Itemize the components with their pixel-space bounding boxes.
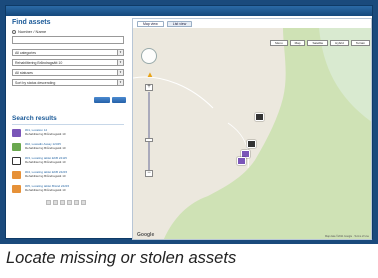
page-button[interactable] [60, 200, 65, 205]
nav-item[interactable] [44, 9, 45, 14]
map-type-hybrid[interactable]: Hybrid [330, 40, 349, 46]
chevron-down-icon[interactable]: ▾ [117, 70, 123, 75]
app-window: Find assets Number / Name All categories… [5, 5, 373, 240]
list-item[interactable]: #04, Locating tablet EKB 24215 Rehabilit… [12, 170, 128, 183]
radio-icon[interactable] [12, 29, 16, 34]
results-title: Search results [12, 115, 57, 122]
nav-item[interactable] [29, 9, 30, 14]
google-logo: Google [137, 232, 155, 238]
map-navigation-control: ▲ + − [141, 48, 157, 177]
page-button[interactable] [81, 200, 86, 205]
page-button[interactable] [74, 200, 79, 205]
page-button[interactable] [53, 200, 58, 205]
panel-title: Find assets [12, 19, 51, 26]
list-item[interactable]: #03, Locating tablet EKB 24115 Rehabilit… [12, 156, 128, 169]
category-select-value: All categories [15, 51, 37, 55]
asset-location: Rehabilitering Bråndragsätt 10 [25, 174, 66, 178]
chevron-down-icon[interactable]: ▾ [117, 60, 123, 65]
search-mode-label: Number / Name [18, 29, 47, 34]
asset-marker-icon[interactable] [237, 157, 246, 165]
map-type-bar: Menu Map Satellite Hybrid Terrain [270, 40, 370, 46]
pan-control-icon[interactable] [141, 48, 157, 64]
map-type-menu[interactable]: Menu [270, 40, 288, 46]
zoom-slider-handle[interactable] [145, 138, 153, 142]
list-item[interactable]: #02, Lowadin Assay 12345 Rehabilitering … [12, 142, 128, 155]
top-navigation [6, 6, 372, 16]
asset-icon [12, 171, 21, 179]
asset-location: Rehabilitering Bråndragsätt 10 [25, 188, 66, 192]
map-canvas[interactable]: Menu Map Satellite Hybrid Terrain ▲ + − [133, 28, 371, 239]
map-terrain [133, 28, 371, 239]
asset-location: Rehabilitering Bråndragsätt 10 [25, 132, 66, 136]
tab-map-view[interactable]: Map view [137, 21, 164, 27]
sort-select-value: Sort by status descending [15, 81, 56, 85]
search-mode-radio[interactable]: Number / Name [12, 29, 46, 34]
app-frame: Find assets Number / Name All categories… [0, 0, 378, 244]
list-item[interactable]: #01, Location 12 Rehabilitering Bråndrag… [12, 128, 128, 141]
pagination [46, 200, 86, 205]
chevron-down-icon[interactable]: ▾ [117, 80, 123, 85]
asset-marker-icon[interactable] [247, 140, 256, 148]
asset-icon [12, 185, 21, 193]
status-select[interactable]: All statuses ▾ [12, 69, 124, 76]
divider [12, 124, 124, 125]
map-type-map[interactable]: Map [289, 40, 306, 46]
view-tabs: Map view List view [137, 21, 193, 27]
status-select-value: All statuses [15, 71, 33, 75]
category-select[interactable]: All categories ▾ [12, 49, 124, 56]
page-button[interactable] [46, 200, 51, 205]
page-button[interactable] [67, 200, 72, 205]
reset-button[interactable] [112, 97, 126, 103]
nav-item[interactable] [14, 9, 15, 14]
caption-text: Locate missing or stolen assets [6, 249, 237, 267]
asset-location: Rehabilitering Bråndragsätt 10 [25, 160, 66, 164]
asset-icon [12, 143, 21, 151]
zoom-out-button[interactable]: − [145, 170, 153, 177]
sort-select[interactable]: Sort by status descending ▾ [12, 79, 124, 86]
street-view-pegman-icon[interactable]: ▲ [146, 70, 154, 79]
asset-location: Rehabilitering Bråndragsätt 10 [25, 146, 66, 150]
find-assets-panel: Find assets Number / Name All categories… [8, 18, 130, 238]
list-item[interactable]: #05, Locating tablet Bränd 24215 Rehabil… [12, 184, 128, 197]
location-select-value: Rehabilitering Bråndragsätt 10 [15, 61, 63, 65]
location-select[interactable]: Rehabilitering Bråndragsätt 10 ▾ [12, 59, 124, 66]
map-panel: Map view List view Menu Map Satellite Hy… [132, 18, 372, 240]
tab-list-view[interactable]: List view [166, 21, 193, 27]
asset-icon [12, 157, 21, 165]
asset-marker-icon[interactable] [255, 113, 264, 121]
map-attribution[interactable]: Map data ©2011 Google · Terms of Use [325, 235, 369, 238]
zoom-slider-track[interactable] [148, 92, 150, 170]
chevron-down-icon[interactable]: ▾ [117, 50, 123, 55]
asset-icon [12, 129, 21, 137]
zoom-in-button[interactable]: + [145, 84, 153, 91]
search-button[interactable] [94, 97, 110, 103]
search-input[interactable] [12, 36, 124, 44]
map-type-terrain[interactable]: Terrain [350, 40, 370, 46]
map-type-satellite[interactable]: Satellite [307, 40, 329, 46]
